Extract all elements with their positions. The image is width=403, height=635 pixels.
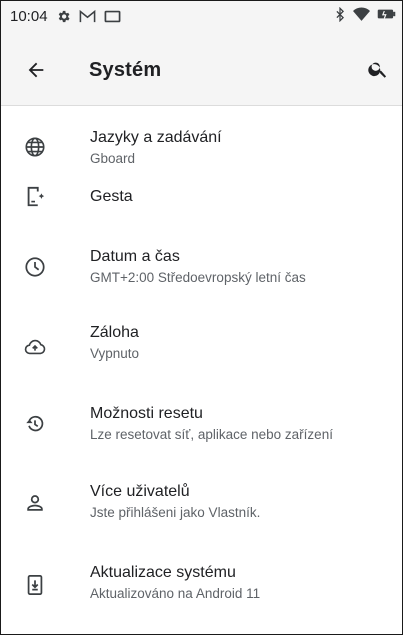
screen: 10:04 Systém Jazyky a zadávání Gboard Ge… (0, 0, 403, 635)
page-title: Systém (89, 59, 162, 81)
settings-item-title: Záloha (90, 324, 139, 341)
settings-item-backup[interactable]: Záloha Vypnuto (1, 324, 402, 403)
settings-item-title: Možnosti resetu (90, 405, 203, 422)
settings-item-system-update[interactable]: Aktualizace systému Aktualizováno na And… (1, 561, 402, 634)
bluetooth-icon (334, 6, 346, 26)
language-icon (24, 136, 46, 158)
settings-item-subtitle: GMT+2:00 Středoevropský letní čas (90, 270, 306, 285)
cloud-upload-icon (24, 336, 46, 358)
settings-item-subtitle: Vypnuto (90, 346, 140, 361)
wifi-icon (353, 6, 370, 26)
screen-icon (104, 9, 121, 24)
system-update-icon (24, 574, 46, 596)
person-icon (24, 492, 46, 514)
settings-item-subtitle: Aktualizováno na Android 11 (90, 586, 261, 601)
gmail-icon (79, 9, 96, 24)
settings-item-title: Gesta (90, 188, 133, 205)
settings-list: Jazyky a zadávání Gboard Gesta Datum a č… (1, 106, 402, 634)
settings-item-subtitle: Lze resetovat síť, aplikace nebo zařízen… (90, 427, 333, 442)
settings-item-title: Aktualizace systému (90, 564, 236, 581)
search-icon[interactable] (367, 58, 389, 80)
settings-item-title: Více uživatelů (90, 483, 190, 500)
settings-item-reset[interactable]: Možnosti resetu Lze resetovat síť, aplik… (1, 403, 402, 482)
app-bar: Systém (1, 31, 402, 106)
settings-item-users[interactable]: Více uživatelů Jste přihlášeni jako Vlas… (1, 482, 402, 561)
settings-item-title: Datum a čas (90, 248, 180, 265)
arrow-back-icon[interactable] (25, 59, 47, 81)
settings-item-date-time[interactable]: Datum a čas GMT+2:00 Středoevropský letn… (1, 245, 402, 324)
settings-item-gestures[interactable]: Gesta (1, 185, 402, 245)
settings-item-subtitle: Jste přihlášeni jako Vlastník. (90, 505, 261, 520)
battery-icon (377, 7, 396, 25)
status-time: 10:04 (10, 7, 48, 25)
settings-item-languages[interactable]: Jazyky a zadávání Gboard (1, 106, 402, 185)
settings-item-title: Jazyky a zadávání (90, 129, 222, 146)
settings-icon (56, 9, 71, 24)
gestures-icon (24, 185, 46, 207)
clock-icon (24, 256, 46, 278)
status-bar: 10:04 (1, 1, 402, 31)
reset-history-icon (24, 413, 46, 435)
settings-item-subtitle: Gboard (90, 151, 136, 166)
